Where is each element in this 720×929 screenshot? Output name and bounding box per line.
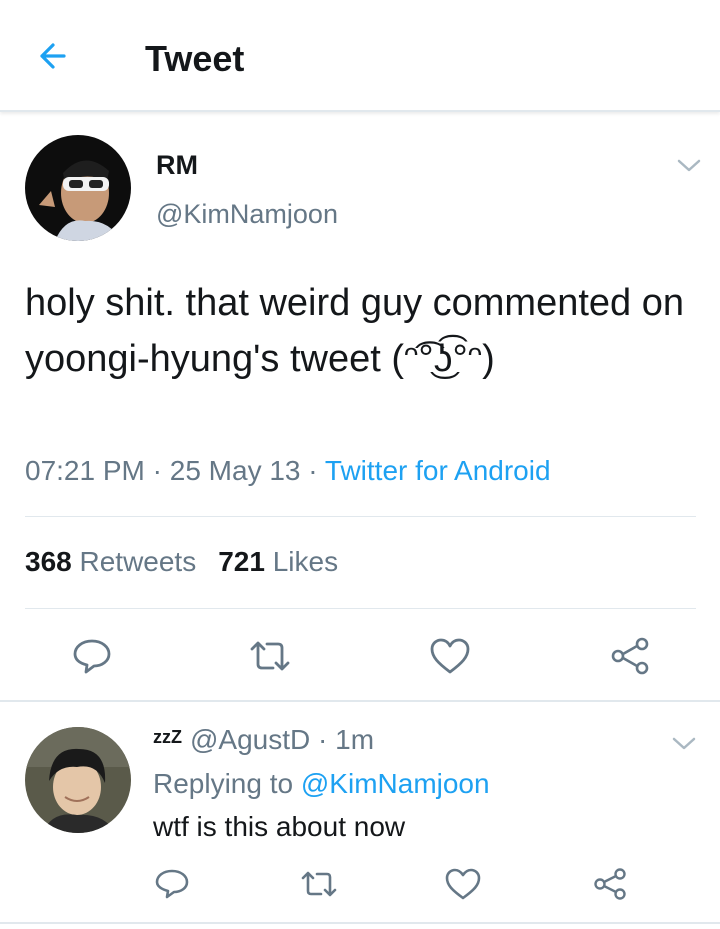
tweet-menu-button[interactable]	[676, 158, 702, 174]
meta-separator: ·	[300, 455, 325, 486]
tweet-date: 25 May 13	[169, 455, 301, 486]
retweet-icon	[250, 641, 290, 671]
reply-header: zzZ @AgustD · 1m	[153, 724, 374, 756]
zzz-badge: zzZ	[153, 727, 182, 747]
reply-time: · 1m	[310, 724, 375, 755]
share-icon	[611, 637, 649, 675]
divider	[0, 922, 720, 924]
tweet-stats: 368 Retweets 721 Likes	[25, 546, 338, 578]
reply-handle[interactable]: @AgustD	[190, 724, 310, 755]
retweet-icon	[301, 871, 337, 897]
retweets-label: Retweets	[71, 546, 197, 577]
tweet-source-link[interactable]: Twitter for Android	[325, 455, 551, 486]
top-bar: Tweet	[0, 0, 720, 112]
meta-separator: ·	[144, 455, 170, 486]
mention-link[interactable]: @KimNamjoon	[301, 768, 490, 799]
reply-reply-button[interactable]	[150, 864, 194, 904]
chevron-down-icon	[677, 159, 701, 172]
avatar[interactable]	[25, 135, 131, 241]
page-title: Tweet	[145, 38, 245, 79]
reply-avatar[interactable]	[25, 727, 131, 833]
reply-icon	[155, 869, 189, 899]
reply-text: wtf is this about now	[153, 811, 406, 842]
tweet-meta: 07:21 PM · 25 May 13 · Twitter for Andro…	[25, 455, 551, 487]
likes-stat[interactable]: 721 Likes	[218, 546, 338, 577]
retweet-button[interactable]	[248, 636, 292, 676]
tweet-text: holy shit. that weird guy commented on y…	[25, 282, 685, 380]
reply-like-button[interactable]	[441, 864, 485, 904]
reply-button[interactable]	[70, 636, 114, 676]
replying-label: Replying to	[153, 768, 301, 799]
reply-retweet-button[interactable]	[297, 864, 341, 904]
likes-count: 721	[218, 546, 265, 577]
reply-icon	[73, 639, 111, 674]
like-button[interactable]	[428, 636, 472, 676]
chevron-down-icon	[672, 737, 696, 750]
like-icon	[445, 868, 481, 900]
like-icon	[430, 638, 470, 674]
author-name[interactable]: RM	[156, 150, 198, 181]
divider	[25, 516, 696, 517]
share-button[interactable]	[608, 636, 652, 676]
author-handle[interactable]: @KimNamjoon	[156, 199, 338, 230]
back-button[interactable]	[30, 36, 80, 76]
divider	[25, 608, 696, 609]
likes-label: Likes	[264, 546, 339, 577]
share-icon	[594, 868, 626, 900]
replying-to: Replying to @KimNamjoon	[153, 768, 490, 800]
reply-menu-button[interactable]	[671, 736, 697, 752]
arrow-left-icon	[40, 43, 66, 69]
retweets-count: 368	[25, 546, 72, 577]
retweets-stat[interactable]: 368 Retweets	[25, 546, 196, 577]
divider	[0, 700, 720, 702]
tweet-time: 07:21 PM	[25, 455, 145, 486]
reply-share-button[interactable]	[588, 864, 632, 904]
